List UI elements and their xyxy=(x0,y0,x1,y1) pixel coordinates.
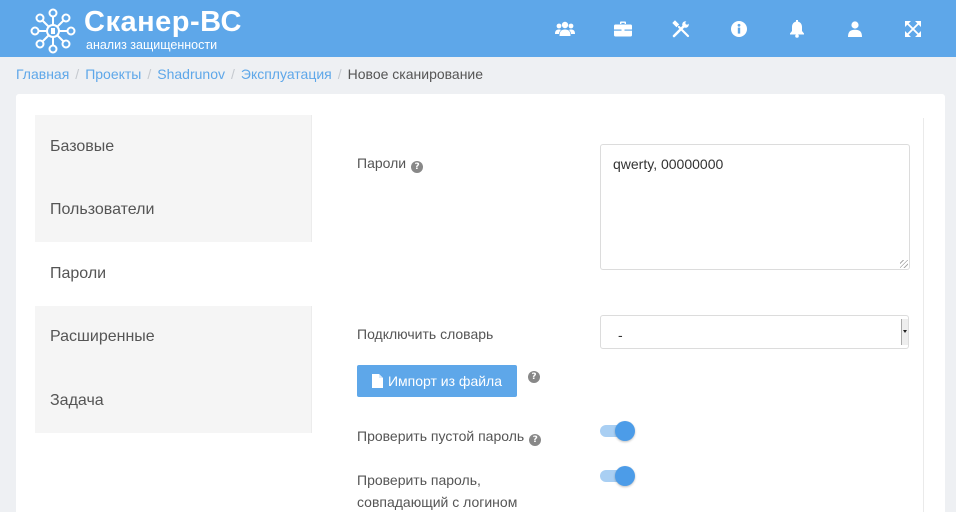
breadcrumb-separator: / xyxy=(75,66,80,82)
breadcrumb-separator: / xyxy=(230,66,235,82)
user-icon[interactable] xyxy=(826,17,884,41)
login-password-toggle[interactable] xyxy=(599,465,637,487)
tab-label: Задача xyxy=(50,391,104,409)
dictionary-select-value: - xyxy=(618,327,623,343)
settings-tabs: Базовые Пользователи Пароли Расширенные … xyxy=(35,115,312,433)
login-password-label-line1: Проверить пароль, xyxy=(357,472,481,488)
import-file-label: Импорт из файла xyxy=(387,373,503,389)
empty-password-label-text: Проверить пустой пароль xyxy=(357,428,525,444)
logo-icon xyxy=(30,8,76,54)
tab-advanced[interactable]: Расширенные xyxy=(35,305,312,369)
breadcrumb-exploitation[interactable]: Эксплуатация xyxy=(241,66,332,82)
tab-users[interactable]: Пользователи xyxy=(35,178,312,242)
help-icon[interactable]: ? xyxy=(411,161,424,173)
info-icon[interactable] xyxy=(710,17,768,41)
empty-password-toggle[interactable] xyxy=(599,420,637,442)
dictionary-label: Подключить словарь xyxy=(357,326,494,342)
top-navbar: Сканер-ВС анализ защищенности xyxy=(0,0,956,57)
passwords-label: Пароли? xyxy=(357,152,424,174)
passwords-label-text: Пароли xyxy=(357,155,407,171)
help-icon[interactable]: ? xyxy=(529,434,542,446)
breadcrumb-projects[interactable]: Проекты xyxy=(85,66,141,82)
briefcase-icon[interactable] xyxy=(594,17,652,41)
tab-passwords[interactable]: Пароли xyxy=(35,242,312,306)
breadcrumb-separator: / xyxy=(337,66,342,82)
tab-task[interactable]: Задача xyxy=(35,369,312,433)
navbar-icons xyxy=(536,17,942,41)
breadcrumb-home[interactable]: Главная xyxy=(16,66,69,82)
bell-icon[interactable] xyxy=(768,17,826,41)
tab-label: Пользователи xyxy=(50,201,155,219)
passwords-textarea[interactable]: qwerty, 00000000 xyxy=(600,144,910,270)
import-file-button[interactable]: Импорт из файла xyxy=(357,365,517,397)
dictionary-select[interactable]: - xyxy=(600,315,909,349)
chevron-down-icon xyxy=(901,319,908,345)
tab-label: Базовые xyxy=(50,137,115,155)
file-icon xyxy=(371,374,383,388)
panel-divider xyxy=(923,118,924,512)
breadcrumb-current: Новое сканирование xyxy=(347,66,484,82)
toggle-knob xyxy=(615,466,635,486)
breadcrumb: Главная / Проекты / Shadrunov / Эксплуатация / Н… xyxy=(16,66,483,82)
users-icon[interactable] xyxy=(536,17,594,41)
tab-label: Пароли xyxy=(50,264,107,282)
logo[interactable]: Сканер-ВС анализ защищенности xyxy=(30,6,250,54)
logo-subtitle: анализ защищенности xyxy=(86,38,218,52)
logo-title: Сканер-ВС xyxy=(84,6,242,38)
tab-label: Расширенные xyxy=(50,328,155,346)
fullscreen-icon[interactable] xyxy=(884,17,942,41)
scan-settings-card: Базовые Пользователи Пароли Расширенные … xyxy=(16,94,945,512)
resize-grip-icon[interactable] xyxy=(900,260,908,268)
login-password-label-line2: совпадающий с логином xyxy=(357,494,518,510)
toggle-knob xyxy=(615,421,635,441)
help-icon[interactable]: ? xyxy=(528,371,540,383)
breadcrumb-project[interactable]: Shadrunov xyxy=(157,66,225,82)
empty-password-label: Проверить пустой пароль? xyxy=(357,425,542,447)
login-password-label: Проверить пароль, совпадающий с логином xyxy=(357,469,517,512)
tab-basic[interactable]: Базовые xyxy=(35,115,312,179)
tools-icon[interactable] xyxy=(652,17,710,41)
breadcrumb-separator: / xyxy=(147,66,152,82)
